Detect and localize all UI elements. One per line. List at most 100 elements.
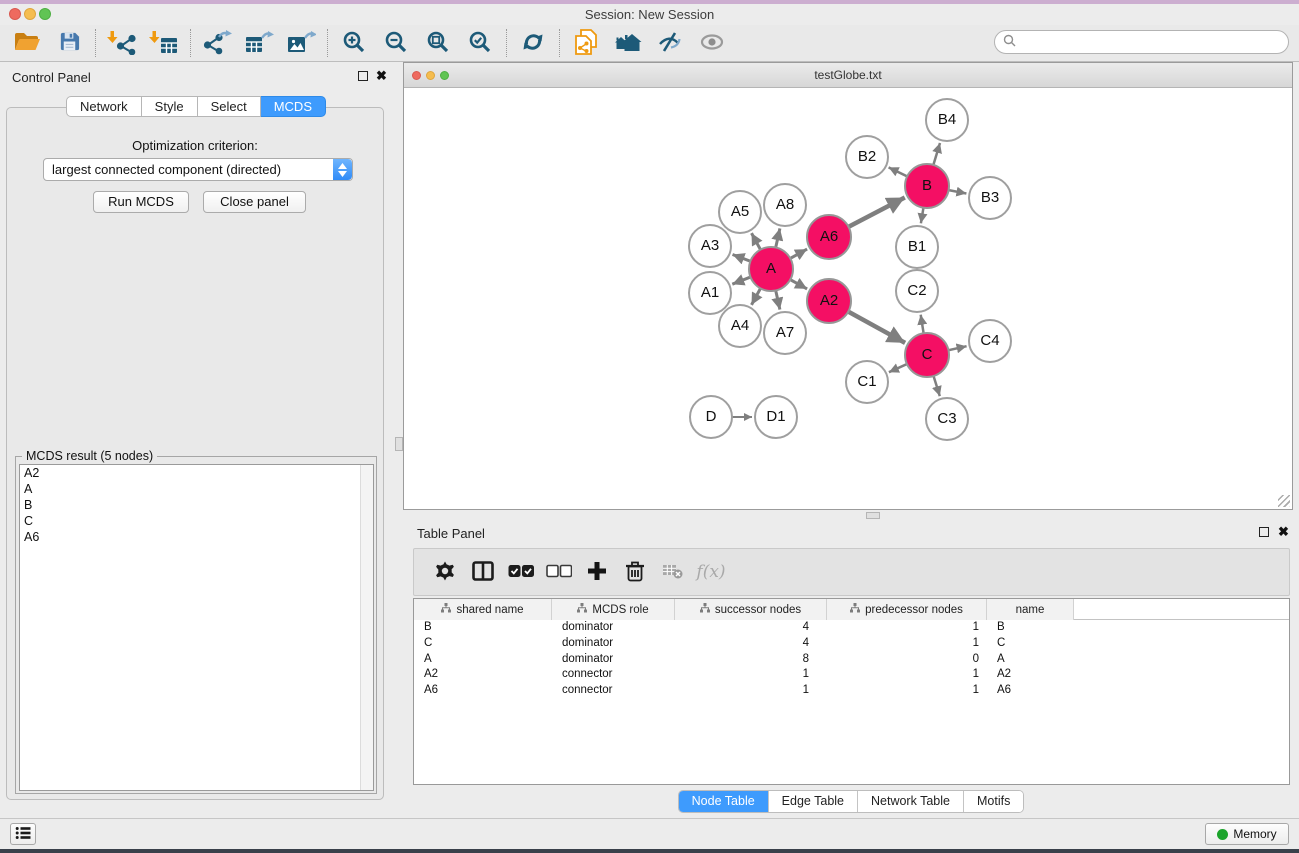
- graph-node-A3[interactable]: A3: [688, 224, 732, 268]
- close-panel-button[interactable]: Close panel: [203, 191, 306, 213]
- zoom-out-button[interactable]: [375, 27, 417, 59]
- float-panel-icon[interactable]: [1259, 527, 1269, 537]
- table-row[interactable]: Adominator80A: [414, 652, 1289, 668]
- graph-node-C3[interactable]: C3: [925, 397, 969, 441]
- save-session-button[interactable]: [48, 27, 90, 59]
- tab-network[interactable]: Network: [66, 96, 142, 117]
- column-type-icon: [700, 603, 710, 616]
- tab-edge-table[interactable]: Edge Table: [769, 791, 858, 812]
- export-table-button[interactable]: [238, 27, 280, 59]
- column-header-MCDS-role[interactable]: MCDS role: [552, 599, 675, 620]
- unchecked-boxes-icon: [546, 564, 572, 581]
- graph-node-A5[interactable]: A5: [718, 190, 762, 234]
- table-body: Bdominator41BCdominator41CAdominator80AA…: [414, 620, 1289, 699]
- graph-node-B3[interactable]: B3: [968, 176, 1012, 220]
- show-column-button[interactable]: [464, 554, 502, 590]
- mcds-result-item[interactable]: C: [20, 513, 373, 529]
- tab-motifs[interactable]: Motifs: [964, 791, 1023, 812]
- mcds-result-item[interactable]: A: [20, 481, 373, 497]
- close-panel-icon[interactable]: ✖: [376, 68, 387, 84]
- open-session-button[interactable]: [6, 27, 48, 59]
- network-window-titlebar[interactable]: testGlobe.txt: [404, 63, 1292, 88]
- table-row[interactable]: A6connector11A6: [414, 683, 1289, 699]
- graph-node-A8[interactable]: A8: [763, 183, 807, 227]
- graph-node-C[interactable]: C: [904, 332, 950, 378]
- houses-icon: [613, 30, 643, 57]
- toolbar-separator: [327, 29, 328, 57]
- column-header-name[interactable]: name: [987, 599, 1074, 620]
- close-panel-icon[interactable]: ✖: [1278, 524, 1289, 540]
- window-resize-grip[interactable]: [1278, 495, 1290, 507]
- search-box[interactable]: [994, 30, 1289, 54]
- graph-node-B1[interactable]: B1: [895, 225, 939, 269]
- home-button[interactable]: [607, 27, 649, 59]
- table-header-row: shared nameMCDS role successor nodes prede…: [414, 599, 1289, 620]
- hide-selected-button[interactable]: [649, 27, 691, 59]
- graph-node-B2[interactable]: B2: [845, 135, 889, 179]
- mcds-result-item[interactable]: B: [20, 497, 373, 513]
- memory-button[interactable]: Memory: [1205, 823, 1289, 845]
- graph-node-A4[interactable]: A4: [718, 304, 762, 348]
- zoom-in-button[interactable]: [333, 27, 375, 59]
- graph-node-C4[interactable]: C4: [968, 319, 1012, 363]
- graph-node-C1[interactable]: C1: [845, 360, 889, 404]
- column-header-shared-name[interactable]: shared name: [414, 599, 552, 620]
- show-all-button[interactable]: [691, 27, 733, 59]
- delete-column-button[interactable]: [616, 554, 654, 590]
- table-row[interactable]: Bdominator41B: [414, 620, 1289, 636]
- tab-network-table[interactable]: Network Table: [858, 791, 964, 812]
- table-cell: 1: [675, 683, 827, 699]
- function-builder-button[interactable]: f(x): [692, 554, 730, 590]
- table-row[interactable]: A2connector11A2: [414, 667, 1289, 683]
- select-all-rows-button[interactable]: [502, 554, 540, 590]
- tab-style[interactable]: Style: [142, 96, 198, 117]
- horizontal-splitter-grip[interactable]: [866, 512, 880, 519]
- table-cell: A: [414, 652, 552, 668]
- export-image-button[interactable]: [280, 27, 322, 59]
- import-network-button[interactable]: [101, 27, 143, 59]
- table-cell: A6: [987, 683, 1074, 699]
- graph-node-B4[interactable]: B4: [925, 98, 969, 142]
- export-network-button[interactable]: [196, 27, 238, 59]
- network-view-window: testGlobe.txt B4B2BB3A5A8A6A3B1AA1C2A2A4…: [403, 62, 1293, 510]
- column-header-successor-nodes[interactable]: successor nodes: [675, 599, 827, 620]
- tab-mcds[interactable]: MCDS: [261, 96, 326, 117]
- graph-node-A7[interactable]: A7: [763, 311, 807, 355]
- clone-network-button[interactable]: [565, 27, 607, 59]
- mcds-result-list[interactable]: A2ABCA6: [19, 464, 374, 791]
- run-mcds-button[interactable]: Run MCDS: [93, 191, 189, 213]
- column-header-predecessor-nodes[interactable]: predecessor nodes: [827, 599, 987, 620]
- table-settings-button[interactable]: [426, 554, 464, 590]
- graph-node-D[interactable]: D: [689, 395, 733, 439]
- optimization-criterion-select[interactable]: largest connected component (directed): [43, 158, 353, 181]
- table-cell: 8: [675, 652, 827, 668]
- table-row[interactable]: Cdominator41C: [414, 636, 1289, 652]
- vertical-splitter-grip[interactable]: [395, 437, 403, 451]
- graph-node-A6[interactable]: A6: [806, 214, 852, 260]
- import-table-button[interactable]: [143, 27, 185, 59]
- zoom-selected-button[interactable]: [459, 27, 501, 59]
- column-label: successor nodes: [715, 604, 801, 616]
- create-column-button[interactable]: [578, 554, 616, 590]
- mcds-result-item[interactable]: A2: [20, 465, 373, 481]
- refresh-layout-button[interactable]: [512, 27, 554, 59]
- graph-node-A[interactable]: A: [748, 246, 794, 292]
- mcds-result-item[interactable]: A6: [20, 529, 373, 545]
- delete-table-button[interactable]: [654, 554, 692, 590]
- task-history-button[interactable]: [10, 823, 36, 845]
- tab-select[interactable]: Select: [198, 96, 261, 117]
- network-canvas[interactable]: B4B2BB3A5A8A6A3B1AA1C2A2A4A7C4CC1C3DD1: [404, 88, 1292, 509]
- gear-icon: [434, 560, 456, 585]
- graph-node-B[interactable]: B: [904, 163, 950, 209]
- graph-node-D1[interactable]: D1: [754, 395, 798, 439]
- table-panel-tabs-bar: Node TableEdge TableNetwork TableMotifs: [403, 790, 1299, 813]
- tab-node-table[interactable]: Node Table: [679, 791, 769, 812]
- scrollbar-track[interactable]: [360, 465, 373, 790]
- zoom-fit-button[interactable]: [417, 27, 459, 59]
- float-panel-icon[interactable]: [358, 71, 368, 81]
- table-cell: 0: [827, 652, 987, 668]
- graph-node-A2[interactable]: A2: [806, 278, 852, 324]
- search-input[interactable]: [1021, 35, 1288, 49]
- deselect-all-rows-button[interactable]: [540, 554, 578, 590]
- graph-node-C2[interactable]: C2: [895, 269, 939, 313]
